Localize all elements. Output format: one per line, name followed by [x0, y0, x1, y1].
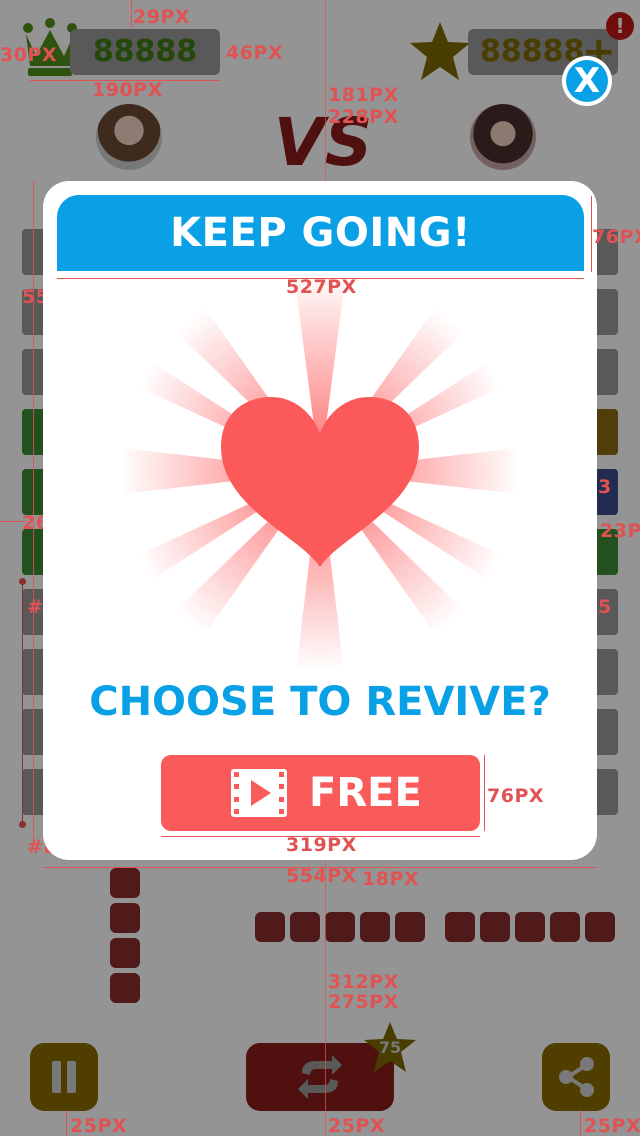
guide-line: [66, 1110, 67, 1136]
close-button[interactable]: X: [562, 56, 612, 106]
annotation-label: 25PX: [328, 1115, 386, 1137]
dialog-title: KEEP GOING!: [170, 210, 471, 256]
annotation-label: 25PX: [70, 1115, 128, 1137]
annotation-label: 5: [598, 596, 612, 618]
dialog-header: KEEP GOING!: [57, 195, 584, 271]
annotation-label: 554PX: [286, 865, 357, 887]
annotation-label: 46PX: [226, 42, 284, 64]
heart-icon: [221, 397, 419, 567]
annotation-label: 23PX: [600, 520, 640, 542]
guide-line: [33, 181, 34, 841]
annotation-label: 18PX: [362, 868, 420, 890]
annotation-label: 181PX: [328, 84, 399, 106]
annotation-label: 30PX: [0, 44, 58, 66]
annotation-label: 190PX: [92, 79, 163, 101]
annotation-label: 312PX: [328, 971, 399, 993]
guide-dot: [19, 821, 26, 828]
guide-line: [580, 1110, 581, 1136]
film-play-icon: [231, 769, 287, 817]
guide-line: [131, 0, 132, 28]
close-icon: X: [566, 60, 608, 102]
guide-line: [484, 755, 485, 831]
revive-question: CHOOSE TO REVIVE?: [89, 679, 551, 725]
annotation-label: 76PX: [592, 226, 640, 248]
annotation-label: 29PX: [133, 6, 191, 28]
annotation-label: 275PX: [328, 991, 399, 1013]
free-button-label: FREE: [309, 770, 422, 816]
annotation-label: 76PX: [487, 785, 545, 807]
annotation-label: 3: [598, 476, 612, 498]
guide-dot: [19, 578, 26, 585]
annotation-label: #: [27, 596, 44, 618]
free-revive-button[interactable]: FREE: [161, 755, 480, 831]
annotation-label: 25PX: [584, 1115, 640, 1137]
annotation-label: 228PX: [328, 106, 399, 128]
annotation-label: 527PX: [286, 276, 357, 298]
guide-line: [22, 580, 23, 825]
annotation-label: 319PX: [286, 834, 357, 856]
